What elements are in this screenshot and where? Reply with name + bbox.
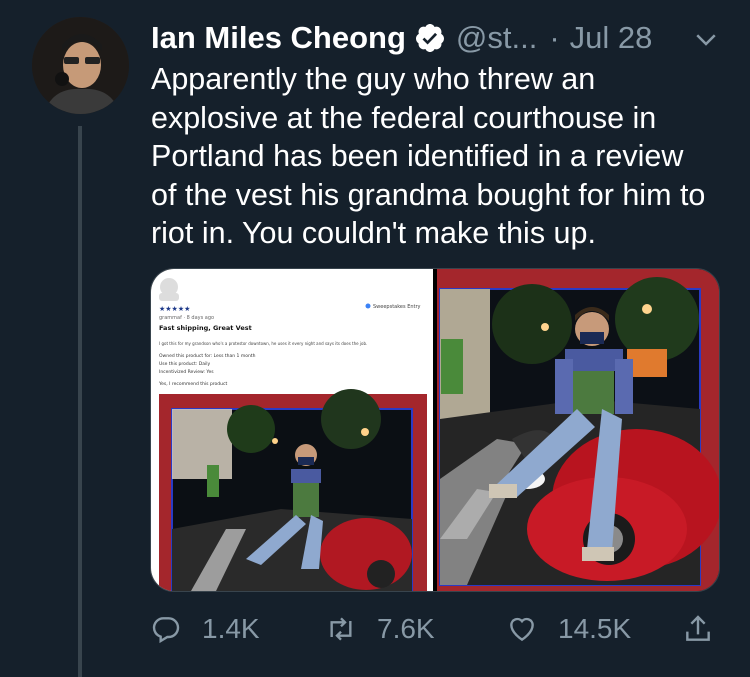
review-title: Fast shipping, Great Vest [159,324,252,332]
author-handle[interactable]: @st... [456,18,537,58]
tweet-date[interactable]: Jul 28 [570,18,653,58]
share-icon [686,615,710,641]
share-button[interactable] [682,604,714,654]
like-count: 14.5K [558,613,632,644]
review-owned: Owned this product for: Less than 1 mont… [159,353,256,359]
protester-photo[interactable] [437,269,719,591]
like-button[interactable]: 14.5K [506,604,631,654]
retweet-icon [330,617,352,641]
action-bar: 1.4K 7.6K 14.5K [150,604,725,654]
review-badge: Sweepstakes Entry [373,304,421,310]
review-body: I got this for my grandson who's a prote… [159,341,367,346]
review-stars: ★★★★★ [159,305,190,313]
reply-count: 1.4K [202,613,260,644]
review-incentivized: Incentivized Review: Yes [159,369,214,375]
reply-button[interactable]: 1.4K [150,604,260,654]
thread-line [78,126,82,677]
verified-badge-icon [414,22,446,54]
tweet-media[interactable]: ★★★★★ grammaf · 8 days ago Sweepstakes E… [150,268,720,592]
header-separator: · [549,20,560,55]
tweet[interactable]: Ian Miles Cheong @st... · Jul 28 Apparen… [0,0,750,677]
author-name[interactable]: Ian Miles Cheong [151,18,406,58]
review-user: grammaf · 8 days ago [159,315,214,321]
retweet-count: 7.6K [377,613,435,644]
review-use: Use this product: Daily [159,361,210,367]
like-icon [510,617,534,642]
tweet-header: Ian Miles Cheong @st... · Jul 28 [151,16,721,60]
avatar[interactable] [32,17,129,114]
retweet-button[interactable]: 7.6K [325,604,435,654]
review-recommend: Yes, I recommend this product [158,381,227,387]
reply-icon [152,617,180,644]
tweet-text: Apparently the guy who threw an explosiv… [151,62,706,250]
chevron-down-icon[interactable] [691,24,721,54]
review-screenshot[interactable]: ★★★★★ grammaf · 8 days ago Sweepstakes E… [151,269,433,591]
